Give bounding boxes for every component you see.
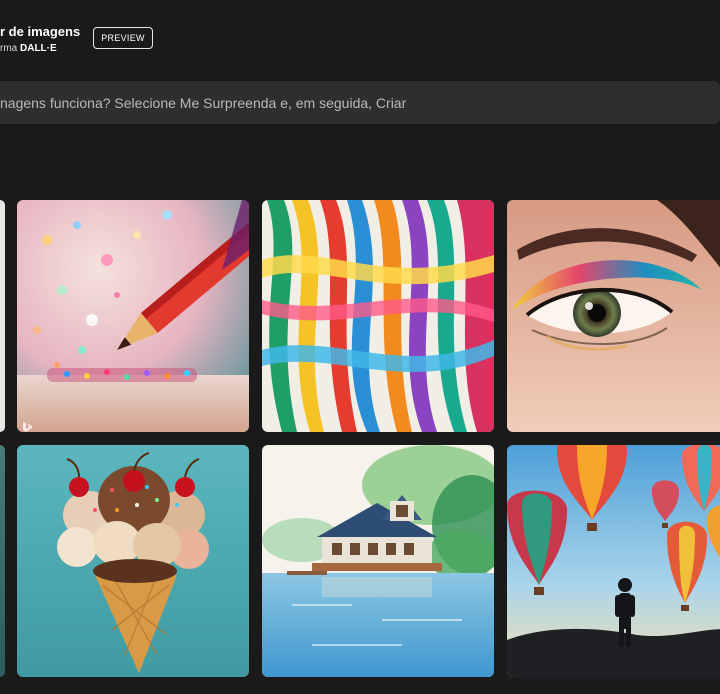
image-tile-balloons[interactable] <box>507 445 720 677</box>
hot-air-balloons-image <box>507 445 720 677</box>
preview-badge: PREVIEW <box>93 27 153 49</box>
ribbons-image <box>262 200 494 432</box>
image-tile-eye[interactable] <box>507 200 720 432</box>
header: r de imagens rma DALL·E PREVIEW <box>0 0 720 78</box>
eye-makeup-image <box>507 200 720 432</box>
page-subtitle: rma DALL·E <box>0 43 57 54</box>
ice-cream-image <box>17 445 249 677</box>
page-title: r de imagens <box>0 24 81 39</box>
image-tile-ice-cream[interactable] <box>17 445 249 677</box>
image-tile-pencil[interactable] <box>17 200 249 432</box>
subtitle-prefix: rma <box>0 43 20 54</box>
subtitle-brand: DALL·E <box>20 43 57 54</box>
partial-image-tile-left-bottom[interactable] <box>0 445 5 677</box>
lake-house-image <box>262 445 494 677</box>
image-creator-app: r de imagens rma DALL·E PREVIEW <box>0 0 720 694</box>
image-tile-lake-house[interactable] <box>262 445 494 677</box>
prompt-bar[interactable] <box>0 81 720 124</box>
prompt-input[interactable] <box>0 82 700 123</box>
pencil-glitter-image <box>17 200 249 432</box>
image-tile-ribbons[interactable] <box>262 200 494 432</box>
partial-image-tile-left-top[interactable] <box>0 200 5 432</box>
